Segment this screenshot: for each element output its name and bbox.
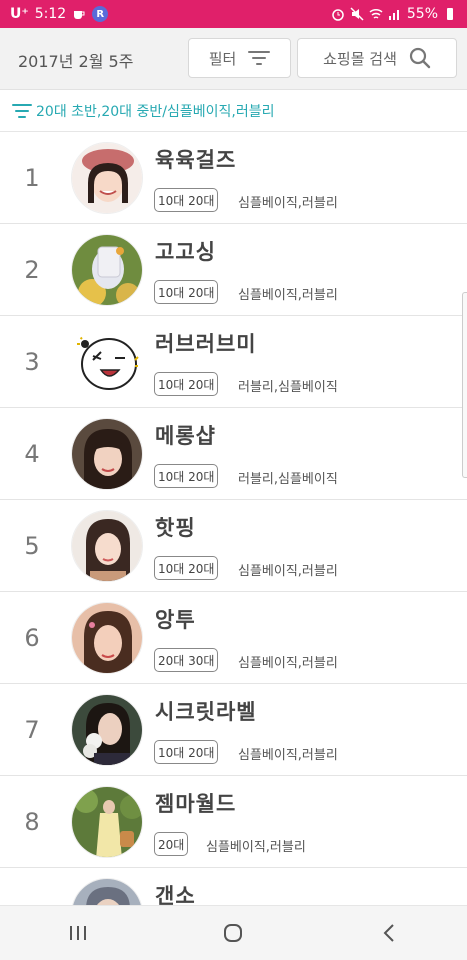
age-badge: 20대 bbox=[154, 832, 189, 856]
scroll-indicator[interactable] bbox=[462, 292, 467, 478]
battery-icon bbox=[447, 8, 453, 20]
list-item[interactable]: 갠소 bbox=[0, 868, 467, 905]
style-tags: 심플베이직,러블리 bbox=[238, 656, 338, 671]
shop-name[interactable]: 젬마월드 bbox=[155, 788, 236, 818]
age-badge: 10대 20대 bbox=[154, 556, 219, 580]
week-label: 2017년 2월 5주 bbox=[18, 52, 134, 71]
shop-name[interactable]: 앙투 bbox=[155, 604, 196, 634]
home-button[interactable] bbox=[203, 913, 263, 953]
avatar[interactable] bbox=[71, 418, 143, 490]
list-item[interactable]: 2 고고싱 10대 20대 심플베이직,러블리 bbox=[0, 224, 467, 316]
shop-name[interactable]: 핫핑 bbox=[155, 512, 196, 542]
active-filter-text: 20대 초반,20대 중반/심플베이직,러블리 bbox=[36, 103, 275, 120]
shop-name[interactable]: 갠소 bbox=[155, 880, 196, 905]
list-item[interactable]: 6 앙투 20대 30대 심플베이직,러블리 bbox=[0, 592, 467, 684]
wifi-icon bbox=[369, 8, 383, 19]
shop-name[interactable]: 육육걸즈 bbox=[155, 144, 236, 174]
avatar[interactable] bbox=[71, 510, 143, 582]
filter-button-label: 필터 bbox=[208, 49, 237, 68]
shop-name[interactable]: 시크릿라벨 bbox=[155, 696, 257, 726]
system-navigation-bar bbox=[0, 905, 467, 960]
rank-number bbox=[18, 868, 46, 905]
avatar[interactable] bbox=[71, 602, 143, 674]
back-button[interactable] bbox=[359, 913, 419, 953]
filter-lines-icon bbox=[248, 51, 271, 65]
age-badge: 10대 20대 bbox=[154, 372, 219, 396]
carrier-label: U⁺ bbox=[10, 6, 29, 22]
style-tags: 심플베이직,러블리 bbox=[238, 288, 338, 303]
list-item[interactable]: 5 핫핑 10대 20대 심플베이직,러블리 bbox=[0, 500, 467, 592]
list-item[interactable]: 4 메롱샵 10대 20대 러블리,심플베이직 bbox=[0, 408, 467, 500]
rank-number: 7 bbox=[24, 716, 40, 744]
r-app-icon: R bbox=[92, 6, 109, 22]
battery-percent: 55% bbox=[406, 6, 438, 22]
shop-name[interactable]: 고고싱 bbox=[155, 236, 216, 266]
avatar[interactable] bbox=[71, 878, 143, 905]
list-item[interactable]: 1 육육걸즈 10대 20대 심플베이직,러블리 bbox=[0, 132, 467, 224]
list-item[interactable]: 3 러브러브미 10대 20대 러블리,심플베이직 bbox=[0, 316, 467, 408]
list-item[interactable]: 8 젬마월드 20대 심플베이직,러블리 bbox=[0, 776, 467, 868]
alarm-icon bbox=[332, 9, 344, 21]
home-icon bbox=[224, 924, 243, 942]
avatar[interactable] bbox=[71, 326, 143, 398]
filter-button[interactable]: 필터 bbox=[188, 38, 291, 78]
back-chevron-icon bbox=[383, 924, 394, 942]
rank-number: 3 bbox=[24, 348, 40, 376]
rank-number: 5 bbox=[24, 532, 40, 560]
avatar[interactable] bbox=[71, 786, 143, 858]
rank-number: 8 bbox=[24, 808, 40, 836]
age-badge: 10대 20대 bbox=[154, 740, 219, 764]
status-bar: U⁺ 5:12 R 55% bbox=[0, 0, 467, 28]
style-tags: 심플베이직,러블리 bbox=[238, 748, 338, 763]
rank-number: 4 bbox=[24, 440, 40, 468]
mute-icon bbox=[350, 7, 364, 21]
recents-icon bbox=[69, 926, 86, 940]
search-button-label: 쇼핑몰 검색 bbox=[323, 49, 397, 68]
style-tags: 심플베이직,러블리 bbox=[238, 196, 338, 211]
age-badge: 10대 20대 bbox=[154, 464, 219, 488]
filter-lines-icon bbox=[12, 103, 32, 118]
clock: 5:12 bbox=[34, 6, 67, 22]
recents-button[interactable] bbox=[48, 913, 108, 953]
age-badge: 20대 30대 bbox=[154, 648, 219, 672]
shop-name[interactable]: 러브러브미 bbox=[155, 328, 257, 358]
shop-search-button[interactable]: 쇼핑몰 검색 bbox=[297, 38, 457, 78]
age-badge: 10대 20대 bbox=[154, 280, 219, 304]
style-tags: 심플베이직,러블리 bbox=[206, 840, 306, 855]
list-item[interactable]: 7 시크릿라벨 10대 20대 심플베이직,러블리 bbox=[0, 684, 467, 776]
avatar[interactable] bbox=[71, 142, 143, 214]
rank-number: 6 bbox=[24, 624, 40, 652]
age-badge: 10대 20대 bbox=[154, 188, 219, 212]
active-filter-row[interactable]: 20대 초반,20대 중반/심플베이직,러블리 bbox=[0, 90, 467, 132]
style-tags: 러블리,심플베이직 bbox=[238, 472, 338, 487]
magnifier-icon bbox=[409, 47, 431, 69]
style-tags: 러블리,심플베이직 bbox=[238, 380, 338, 395]
shop-ranking-list[interactable]: 1 육육걸즈 10대 20대 심플베이직,러블리 2 고고싱 10대 20대 심… bbox=[0, 132, 467, 905]
style-tags: 심플베이직,러블리 bbox=[238, 564, 338, 579]
avatar[interactable] bbox=[71, 694, 143, 766]
rank-number: 2 bbox=[24, 256, 40, 284]
top-header: 2017년 2월 5주 필터 쇼핑몰 검색 bbox=[0, 28, 467, 90]
signal-icon bbox=[388, 10, 399, 20]
rank-number: 1 bbox=[24, 164, 40, 192]
cup-icon bbox=[74, 11, 85, 19]
avatar[interactable] bbox=[71, 234, 143, 306]
shop-name[interactable]: 메롱샵 bbox=[155, 420, 216, 450]
